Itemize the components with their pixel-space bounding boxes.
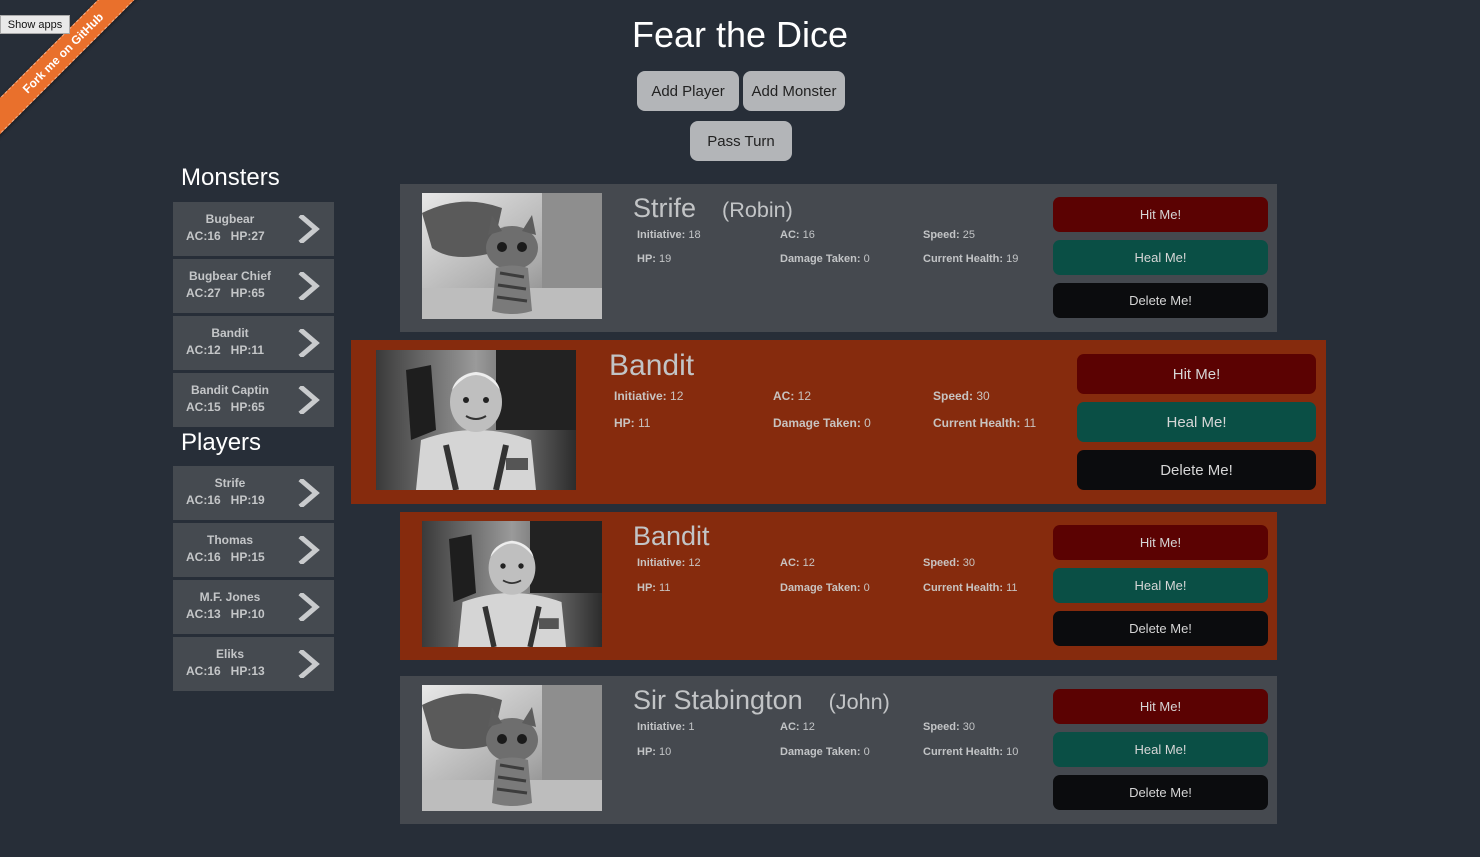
monster-name: Bugbear bbox=[205, 212, 255, 226]
hp-stat: HP: 19 bbox=[637, 253, 672, 265]
player-name: (John) bbox=[828, 689, 890, 714]
damage-stat: Damage Taken: 0 bbox=[780, 253, 870, 265]
current-health-stat: Current Health: 10 bbox=[923, 746, 1019, 758]
combatant-card: Bandit Initiative: 12 AC: 12 Speed: 30 H… bbox=[400, 512, 1277, 660]
hit-button[interactable]: Hit Me! bbox=[1053, 197, 1268, 232]
ac-stat: AC: 16 bbox=[780, 229, 815, 241]
hit-button[interactable]: Hit Me! bbox=[1053, 525, 1268, 560]
show-apps-button[interactable]: Show apps bbox=[0, 15, 70, 34]
ac-stat: AC: 12 bbox=[780, 721, 815, 733]
monster-list-item[interactable]: Bandit Captin AC:15 HP:65 bbox=[173, 373, 334, 427]
player-list-item[interactable]: M.F. Jones AC:13 HP:10 bbox=[173, 580, 334, 634]
current-health-stat: Current Health: 11 bbox=[923, 582, 1018, 594]
speed-stat: Speed: 25 bbox=[923, 229, 975, 241]
player-list-item[interactable]: Strife AC:16 HP:19 bbox=[173, 466, 334, 520]
player-name: Thomas bbox=[206, 533, 253, 547]
heal-button[interactable]: Heal Me! bbox=[1053, 568, 1268, 603]
initiative-stat: Initiative: 18 bbox=[637, 229, 701, 241]
players-heading: Players bbox=[181, 429, 262, 456]
damage-stat: Damage Taken: 0 bbox=[773, 416, 871, 430]
monster-list-item[interactable]: Bugbear Chief AC:27 HP:65 bbox=[173, 259, 334, 313]
player-stats: AC:16 HP:19 bbox=[186, 493, 265, 507]
chevron-right-icon[interactable] bbox=[297, 329, 321, 357]
chevron-right-icon[interactable] bbox=[297, 215, 321, 243]
heal-button[interactable]: Heal Me! bbox=[1053, 732, 1268, 767]
damage-stat: Damage Taken: 0 bbox=[780, 582, 870, 594]
hit-button[interactable]: Hit Me! bbox=[1077, 354, 1316, 394]
heal-button[interactable]: Heal Me! bbox=[1053, 240, 1268, 275]
combatant-card: Sir Stabington (John) Initiative: 1 AC: 1… bbox=[400, 676, 1277, 824]
ac-stat: AC: 12 bbox=[780, 557, 815, 569]
kitten-photo bbox=[422, 193, 602, 319]
ac-stat: AC: 12 bbox=[773, 389, 812, 403]
player-stats: AC:13 HP:10 bbox=[186, 607, 265, 621]
current-health-stat: Current Health: 19 bbox=[923, 253, 1019, 265]
speed-stat: Speed: 30 bbox=[933, 389, 990, 403]
delete-button[interactable]: Delete Me! bbox=[1053, 775, 1268, 810]
initiative-stat: Initiative: 12 bbox=[614, 389, 684, 403]
player-list-item[interactable]: Thomas AC:16 HP:15 bbox=[173, 523, 334, 577]
heal-button[interactable]: Heal Me! bbox=[1077, 402, 1316, 442]
monsters-heading: Monsters bbox=[181, 164, 280, 191]
monster-stats: AC:27 HP:65 bbox=[186, 286, 265, 300]
hp-stat: HP: 11 bbox=[637, 582, 671, 594]
pass-turn-button[interactable]: Pass Turn bbox=[690, 121, 792, 161]
player-name: Strife bbox=[214, 476, 246, 490]
initiative-stat: Initiative: 1 bbox=[637, 721, 695, 733]
chevron-right-icon[interactable] bbox=[297, 479, 321, 507]
delete-button[interactable]: Delete Me! bbox=[1077, 450, 1316, 490]
combatant-name: Strife (Robin) bbox=[633, 193, 793, 223]
monster-stats: AC:15 HP:65 bbox=[186, 400, 265, 414]
monster-name: Bandit bbox=[211, 326, 249, 340]
add-monster-button[interactable]: Add Monster bbox=[743, 71, 845, 111]
combatant-name: Bandit bbox=[633, 521, 710, 551]
monster-list-item[interactable]: Bugbear AC:16 HP:27 bbox=[173, 202, 334, 256]
combatant-name: Sir Stabington (John) bbox=[633, 685, 890, 715]
monster-list-item[interactable]: Bandit AC:12 HP:11 bbox=[173, 316, 334, 370]
chevron-right-icon[interactable] bbox=[297, 272, 321, 300]
combatant-card: Strife (Robin) Initiative: 18 AC: 16 Spee… bbox=[400, 184, 1277, 332]
chevron-right-icon[interactable] bbox=[297, 593, 321, 621]
active-combatant-card: Bandit Initiative: 12 AC: 12 Speed: 30 H… bbox=[351, 340, 1326, 504]
chevron-right-icon[interactable] bbox=[297, 386, 321, 414]
player-stats: AC:16 HP:15 bbox=[186, 550, 265, 564]
monster-stats: AC:16 HP:27 bbox=[186, 229, 265, 243]
monster-stats: AC:12 HP:11 bbox=[186, 343, 265, 357]
player-stats: AC:16 HP:13 bbox=[186, 664, 265, 678]
chevron-right-icon[interactable] bbox=[297, 536, 321, 564]
player-list-item[interactable]: Eliks AC:16 HP:13 bbox=[173, 637, 334, 691]
player-name: (Robin) bbox=[722, 197, 793, 222]
ghostbuster-photo bbox=[376, 350, 576, 490]
hit-button[interactable]: Hit Me! bbox=[1053, 689, 1268, 724]
hp-stat: HP: 11 bbox=[614, 416, 651, 430]
speed-stat: Speed: 30 bbox=[923, 721, 975, 733]
initiative-stat: Initiative: 12 bbox=[637, 557, 701, 569]
ghostbuster-photo bbox=[422, 521, 602, 647]
combatant-name: Bandit bbox=[609, 349, 695, 382]
add-player-button[interactable]: Add Player bbox=[637, 71, 739, 111]
delete-button[interactable]: Delete Me! bbox=[1053, 611, 1268, 646]
player-name: M.F. Jones bbox=[199, 590, 261, 604]
delete-button[interactable]: Delete Me! bbox=[1053, 283, 1268, 318]
kitten-photo bbox=[422, 685, 602, 811]
speed-stat: Speed: 30 bbox=[923, 557, 975, 569]
damage-stat: Damage Taken: 0 bbox=[780, 746, 870, 758]
page-title: Fear the Dice bbox=[631, 14, 849, 55]
player-name: Eliks bbox=[215, 647, 245, 661]
hp-stat: HP: 10 bbox=[637, 746, 672, 758]
chevron-right-icon[interactable] bbox=[297, 650, 321, 678]
current-health-stat: Current Health: 11 bbox=[933, 416, 1037, 430]
monster-name: Bandit Captin bbox=[191, 383, 269, 397]
monster-name: Bugbear Chief bbox=[188, 269, 271, 283]
